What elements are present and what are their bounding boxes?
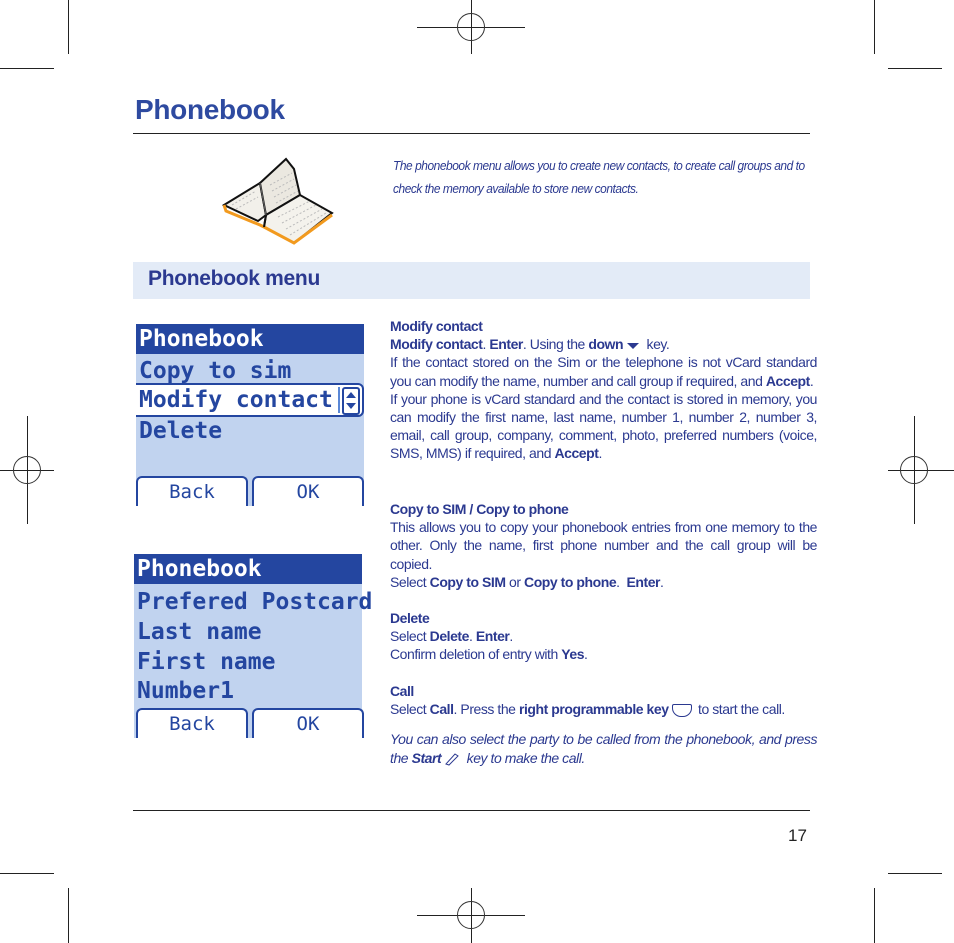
delete-confirm-line: Confirm deletion of entry with Yes. [390,646,588,663]
text: . Using the [522,336,589,353]
crop-mark [68,888,69,943]
term: Delete [429,628,470,645]
modify-contact-step: Modify contact. Enter. Using the down ke… [390,335,817,353]
open-book-icon [220,155,340,247]
text: Confirm deletion of entry with [390,646,562,663]
page-number: 17 [788,826,807,845]
screen-titlebar: Phonebook [136,324,364,354]
menu-item-copy-to-sim[interactable]: Copy to sim [139,356,291,386]
call-instruction: Select Call. Press the right programmabl… [390,700,817,718]
copy-paragraph: This allows you to copy your phonebook e… [390,519,817,572]
text: . [616,573,627,590]
term: right programmable key [518,701,669,718]
term: Copy to phone [524,573,617,590]
crop-mark [888,873,942,874]
softkey-back[interactable]: Back [136,476,248,506]
phone-screen-menu: Phonebook Copy to sim Modify contact Del… [136,324,364,506]
menu-item-delete[interactable]: Delete [139,416,222,446]
scrollbar-track[interactable] [338,387,340,413]
modify-contact-paragraph-2: If your phone is vCard standard and the … [390,390,817,462]
menu-item-modify-contact-selected[interactable]: Modify contact [136,383,364,417]
term: Enter [626,573,661,590]
heading-modify-contact: Modify contact [390,318,483,334]
crop-mark [0,873,54,874]
text: . Press the [453,701,519,718]
delete-select-line: Select Delete. Enter. [390,628,513,645]
softkey-back[interactable]: Back [136,708,248,738]
crop-mark [874,0,875,54]
term: Enter [475,628,510,645]
header-rule [133,133,810,134]
term: Modify contact [390,336,483,353]
term: Copy to SIM [429,573,506,590]
call-tip: You can also select the party to be call… [390,730,817,766]
right-softkey-icon [671,704,692,717]
text: to start the call. [694,701,785,718]
text: Select [390,628,430,645]
modify-contact-section: Modify contact Modify contact. Enter. Us… [390,317,817,463]
text: Select [390,573,430,590]
start-key-icon [445,752,460,766]
text: If your phone is vCard standard and the … [390,390,817,462]
field-number1[interactable]: Number1 [137,676,234,706]
modify-contact-paragraph-1: If the contact stored on the Sim or the … [390,354,817,389]
screen-titlebar: Phonebook [134,554,362,584]
section-title: Phonebook menu [148,267,320,290]
text: key to make the call. [463,749,586,766]
text: . [468,628,476,645]
footer-rule [133,810,810,811]
intro-text: The phonebook menu allows you to create … [393,158,805,196]
heading-copy: Copy to SIM / Copy to phone [390,501,569,517]
term: down [588,336,624,353]
crop-mark [888,68,942,69]
screen-title: Phonebook [139,326,264,352]
text: If the contact stored on the Sim or the … [390,354,817,389]
text: or [505,573,525,590]
phone-screen-contact-fields: Phonebook Prefered Postcard Last name Fi… [134,554,372,738]
softkey-ok[interactable]: OK [252,708,364,738]
crop-mark [874,888,875,943]
heading-delete: Delete [390,610,430,626]
text: Select [390,701,430,718]
call-section: Call Select Call. Press the right progra… [390,682,817,767]
crop-mark [0,68,54,69]
text: key. [643,336,670,353]
term: Call [429,701,454,718]
heading-call: Call [390,683,414,699]
term: Enter [489,336,523,353]
field-prefered-postcard[interactable]: Prefered Postcard [137,587,372,617]
term: Accept [765,372,810,389]
copy-section: Copy to SIM / Copy to phone This allows … [390,500,817,591]
scroll-up-down-icon[interactable] [342,387,360,415]
delete-section: Delete Select Delete. Enter. Confirm del… [390,609,817,664]
field-first-name[interactable]: First name [137,647,275,677]
copy-select-line: Select Copy to SIM or Copy to phone. Ent… [390,573,664,590]
softkey-ok[interactable]: OK [252,476,364,506]
term: Yes [561,646,585,663]
down-arrow-icon [627,342,640,349]
screen-title: Phonebook [137,556,262,582]
page-title: Phonebook [135,94,285,125]
crop-mark [68,0,69,54]
term: Accept [554,445,599,462]
field-last-name[interactable]: Last name [137,617,262,647]
menu-item-label: Modify contact [139,387,333,413]
term: Start [411,749,442,766]
